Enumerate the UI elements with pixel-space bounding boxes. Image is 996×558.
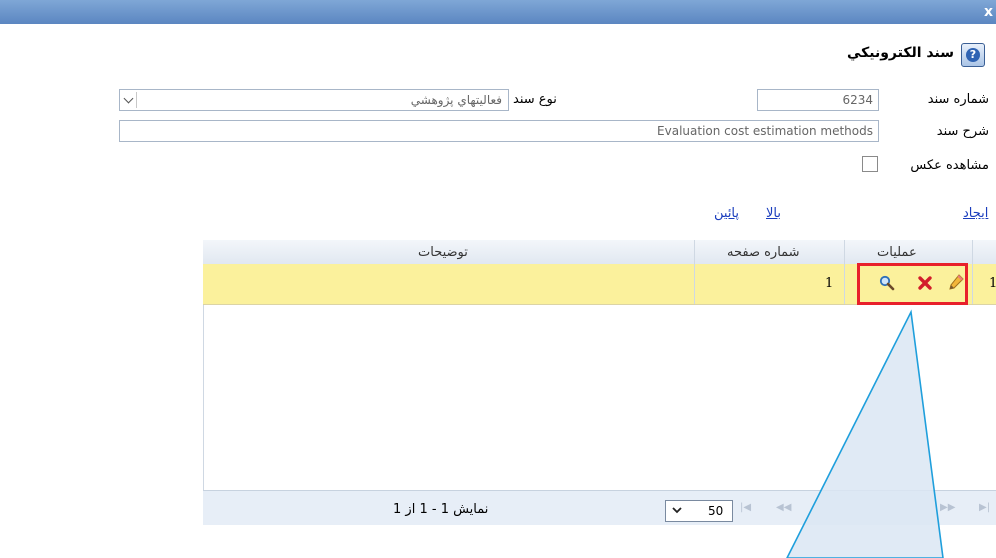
- callout-shape: [786, 309, 944, 558]
- callout-pointer: [786, 309, 944, 558]
